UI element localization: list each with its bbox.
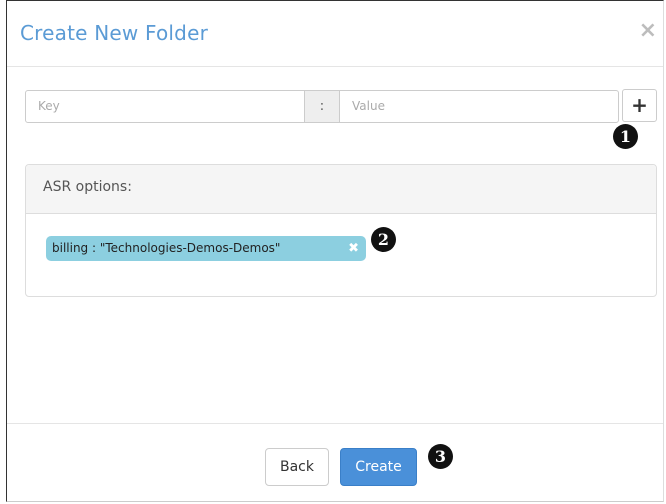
callout-2-badge: 2 xyxy=(371,227,396,252)
close-icon[interactable]: × xyxy=(639,20,657,42)
callout-1-badge: 1 xyxy=(613,124,638,149)
key-value-input-row: Key : Value + xyxy=(25,89,657,123)
option-tag-label: billing : "Technologies-Demos-Demos" xyxy=(52,241,281,255)
add-option-button[interactable]: + xyxy=(622,89,657,122)
create-folder-dialog: Create New Folder × Key : Value + 1 ASR … xyxy=(6,0,664,502)
callout-3-badge: 3 xyxy=(428,444,453,469)
key-value-separator: : xyxy=(305,90,339,123)
dialog-header: Create New Folder × xyxy=(7,1,663,67)
value-input[interactable]: Value xyxy=(339,90,619,123)
remove-tag-icon[interactable]: ✖ xyxy=(348,236,359,261)
asr-options-panel: ASR options: billing : "Technologies-Dem… xyxy=(25,164,657,297)
option-tag: billing : "Technologies-Demos-Demos" ✖ xyxy=(46,236,366,261)
key-input[interactable]: Key xyxy=(25,90,305,123)
panel-heading: ASR options: xyxy=(26,165,656,214)
panel-title: ASR options: xyxy=(43,179,132,195)
dialog-title: Create New Folder xyxy=(20,21,208,45)
create-button[interactable]: Create xyxy=(340,448,417,486)
back-button[interactable]: Back xyxy=(265,448,329,486)
dialog-footer: Back Create xyxy=(7,423,663,504)
